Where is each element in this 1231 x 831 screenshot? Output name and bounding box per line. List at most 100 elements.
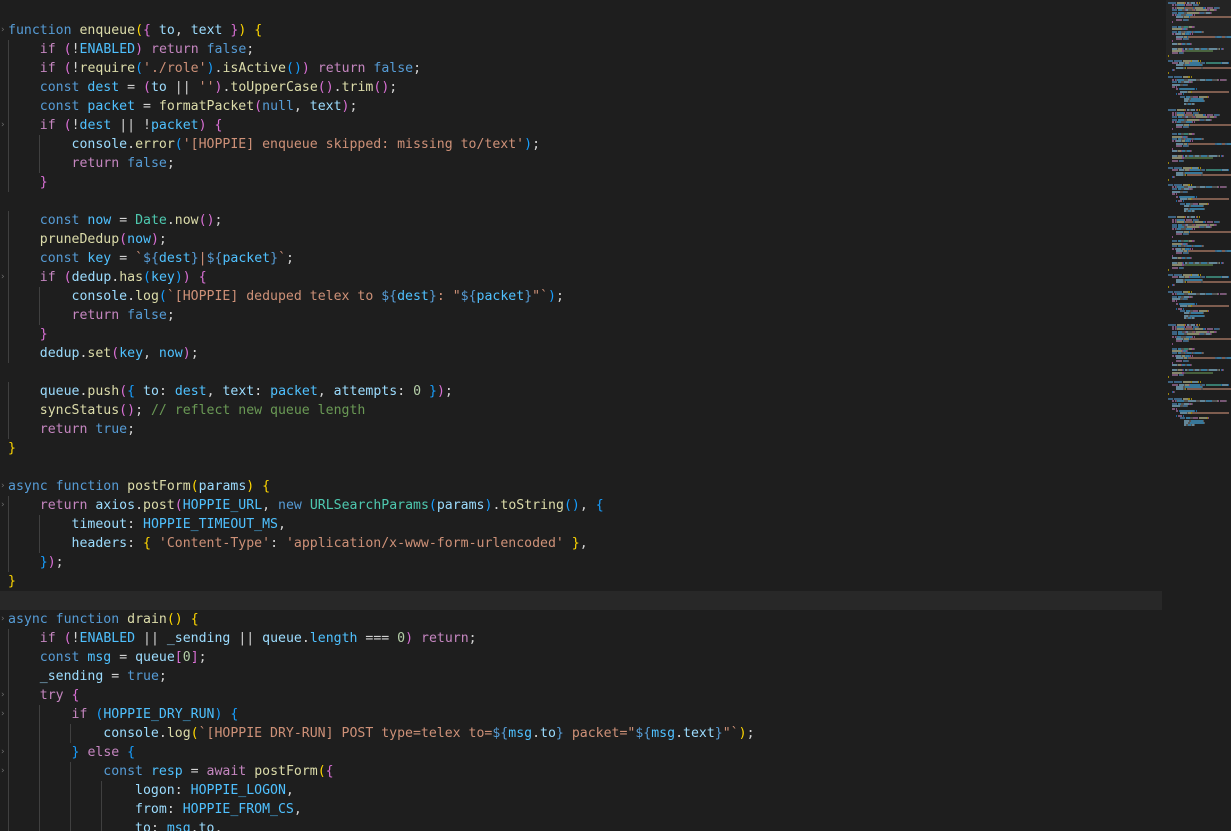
code-line[interactable]: › } else {: [0, 743, 1162, 762]
code-line[interactable]: logon: HOPPIE_LOGON,: [8, 781, 1162, 800]
code-line[interactable]: const packet = formatPacket(null, text);: [8, 97, 1162, 116]
code-line[interactable]: console.log(`[HOPPIE] deduped telex to $…: [8, 287, 1162, 306]
code-line[interactable]: if (!require('./role').isActive()) retur…: [8, 59, 1162, 78]
minimap-token: [1183, 159, 1184, 162]
code-token: _sending: [166, 631, 231, 646]
code-token: :: [127, 536, 143, 551]
code-line[interactable]: › try {: [0, 686, 1162, 705]
code-line[interactable]: const msg = queue[0];: [8, 648, 1162, 667]
minimap-token: [1183, 266, 1184, 269]
fold-chevron-icon[interactable]: ›: [0, 686, 6, 705]
code-line[interactable]: › const resp = await postForm({: [0, 762, 1162, 781]
code-line[interactable]: from: HOPPIE_FROM_CS,: [8, 800, 1162, 819]
fold-chevron-icon[interactable]: ›: [0, 762, 6, 781]
code-line[interactable]: › function enqueue({ to, text }) {: [0, 21, 1162, 40]
code-token: syncStatus: [39, 403, 120, 418]
code-area[interactable]: › function enqueue({ to, text }) { if (!E…: [0, 21, 1162, 831]
minimap-token: [1188, 145, 1189, 148]
fold-chevron-icon[interactable]: ›: [0, 268, 6, 287]
code-line[interactable]: › return axios.post(HOPPIE_URL, new URLS…: [0, 496, 1162, 515]
minimap[interactable]: [1166, 0, 1231, 831]
indent-guide: [8, 667, 9, 686]
code-line[interactable]: if (!ENABLED) return false;: [8, 40, 1162, 59]
code-line[interactable]: [0, 591, 1162, 610]
code-line[interactable]: console.log(`[HOPPIE DRY-RUN] POST type=…: [8, 724, 1162, 743]
code-line[interactable]: }: [8, 572, 1162, 591]
code-line[interactable]: to: msg.to,: [8, 819, 1162, 831]
code-line[interactable]: const now = Date.now();: [8, 211, 1162, 230]
code-token: :: [174, 783, 191, 798]
code-line[interactable]: const key = `${dest}|${packet}`;: [8, 249, 1162, 268]
minimap-token: [1172, 140, 1174, 143]
code-line[interactable]: return true;: [8, 420, 1162, 439]
fold-chevron-icon[interactable]: ›: [0, 610, 6, 629]
code-line[interactable]: › async function drain() {: [0, 610, 1162, 629]
fold-chevron-icon[interactable]: ›: [0, 743, 6, 762]
code-token: 'application/x-www-form-urlencoded': [285, 536, 564, 551]
code-line[interactable]: _sending = true;: [8, 667, 1162, 686]
code-token: '[HOPPIE] enqueue skipped: missing to/te…: [182, 137, 525, 152]
code-token: ,: [214, 821, 223, 831]
code-token: ): [135, 42, 144, 57]
code-line[interactable]: › if (HOPPIE_DRY_RUN) {: [0, 705, 1162, 724]
code-line[interactable]: [8, 363, 1162, 382]
code-token: function: [55, 612, 120, 627]
code-line[interactable]: if (!ENABLED || _sending || queue.length…: [8, 629, 1162, 648]
minimap-token: [1174, 390, 1175, 393]
code-token: ;: [166, 156, 175, 171]
minimap-token: [1176, 18, 1182, 21]
code-line[interactable]: dedup.set(key, now);: [8, 344, 1162, 363]
code-token: (: [428, 498, 437, 513]
code-line[interactable]: queue.push({ to: dest, text: packet, att…: [8, 382, 1162, 401]
code-line[interactable]: [8, 192, 1162, 211]
fold-chevron-icon[interactable]: ›: [0, 705, 6, 724]
code-line[interactable]: }: [8, 325, 1162, 344]
code-line[interactable]: headers: { 'Content-Type': 'application/…: [8, 534, 1162, 553]
minimap-token: [1192, 188, 1193, 191]
minimap-token: [1194, 210, 1195, 212]
code-line[interactable]: }: [8, 439, 1162, 458]
code-line[interactable]: });: [8, 553, 1162, 572]
code-line[interactable]: syncStatus(); // reflect new queue lengt…: [8, 401, 1162, 420]
minimap-token: [1228, 383, 1229, 386]
code-token: =: [111, 650, 136, 665]
code-line[interactable]: › if (dedup.has(key)) {: [0, 268, 1162, 287]
code-token: dest: [397, 289, 429, 304]
minimap-token: [1218, 400, 1219, 403]
code-line[interactable]: return false;: [8, 154, 1162, 173]
fold-chevron-icon[interactable]: ›: [0, 116, 6, 135]
code-line[interactable]: timeout: HOPPIE_TIMEOUT_MS,: [8, 515, 1162, 534]
code-line[interactable]: return false;: [8, 306, 1162, 325]
code-token: ;: [286, 251, 294, 266]
code-line[interactable]: › async function postForm(params) {: [0, 477, 1162, 496]
minimap-token: [1226, 186, 1227, 188]
minimap-token: [1188, 250, 1215, 252]
code-token: }: [39, 327, 48, 342]
fold-chevron-icon[interactable]: ›: [0, 496, 6, 515]
code-token: ,: [285, 783, 294, 798]
code-token: if: [39, 270, 56, 285]
code-line[interactable]: [8, 458, 1162, 477]
code-line[interactable]: › if (!dest || !packet) {: [0, 116, 1162, 135]
minimap-token: [1168, 393, 1169, 396]
code-line[interactable]: const dest = (to || '').toUpperCase().tr…: [8, 78, 1162, 97]
fold-chevron-icon[interactable]: ›: [0, 477, 6, 496]
code-line[interactable]: }: [8, 173, 1162, 192]
code-token: "`: [722, 726, 739, 741]
fold-chevron-icon[interactable]: ›: [0, 21, 6, 40]
code-line[interactable]: pruneDedup(now);: [8, 230, 1162, 249]
code-token: false: [206, 42, 247, 57]
code-line[interactable]: console.error('[HOPPIE] enqueue skipped:…: [8, 135, 1162, 154]
minimap-token: [1223, 47, 1224, 50]
code-editor[interactable]: › function enqueue({ to, text }) { if (!E…: [0, 0, 1231, 831]
code-token: (): [563, 498, 580, 513]
